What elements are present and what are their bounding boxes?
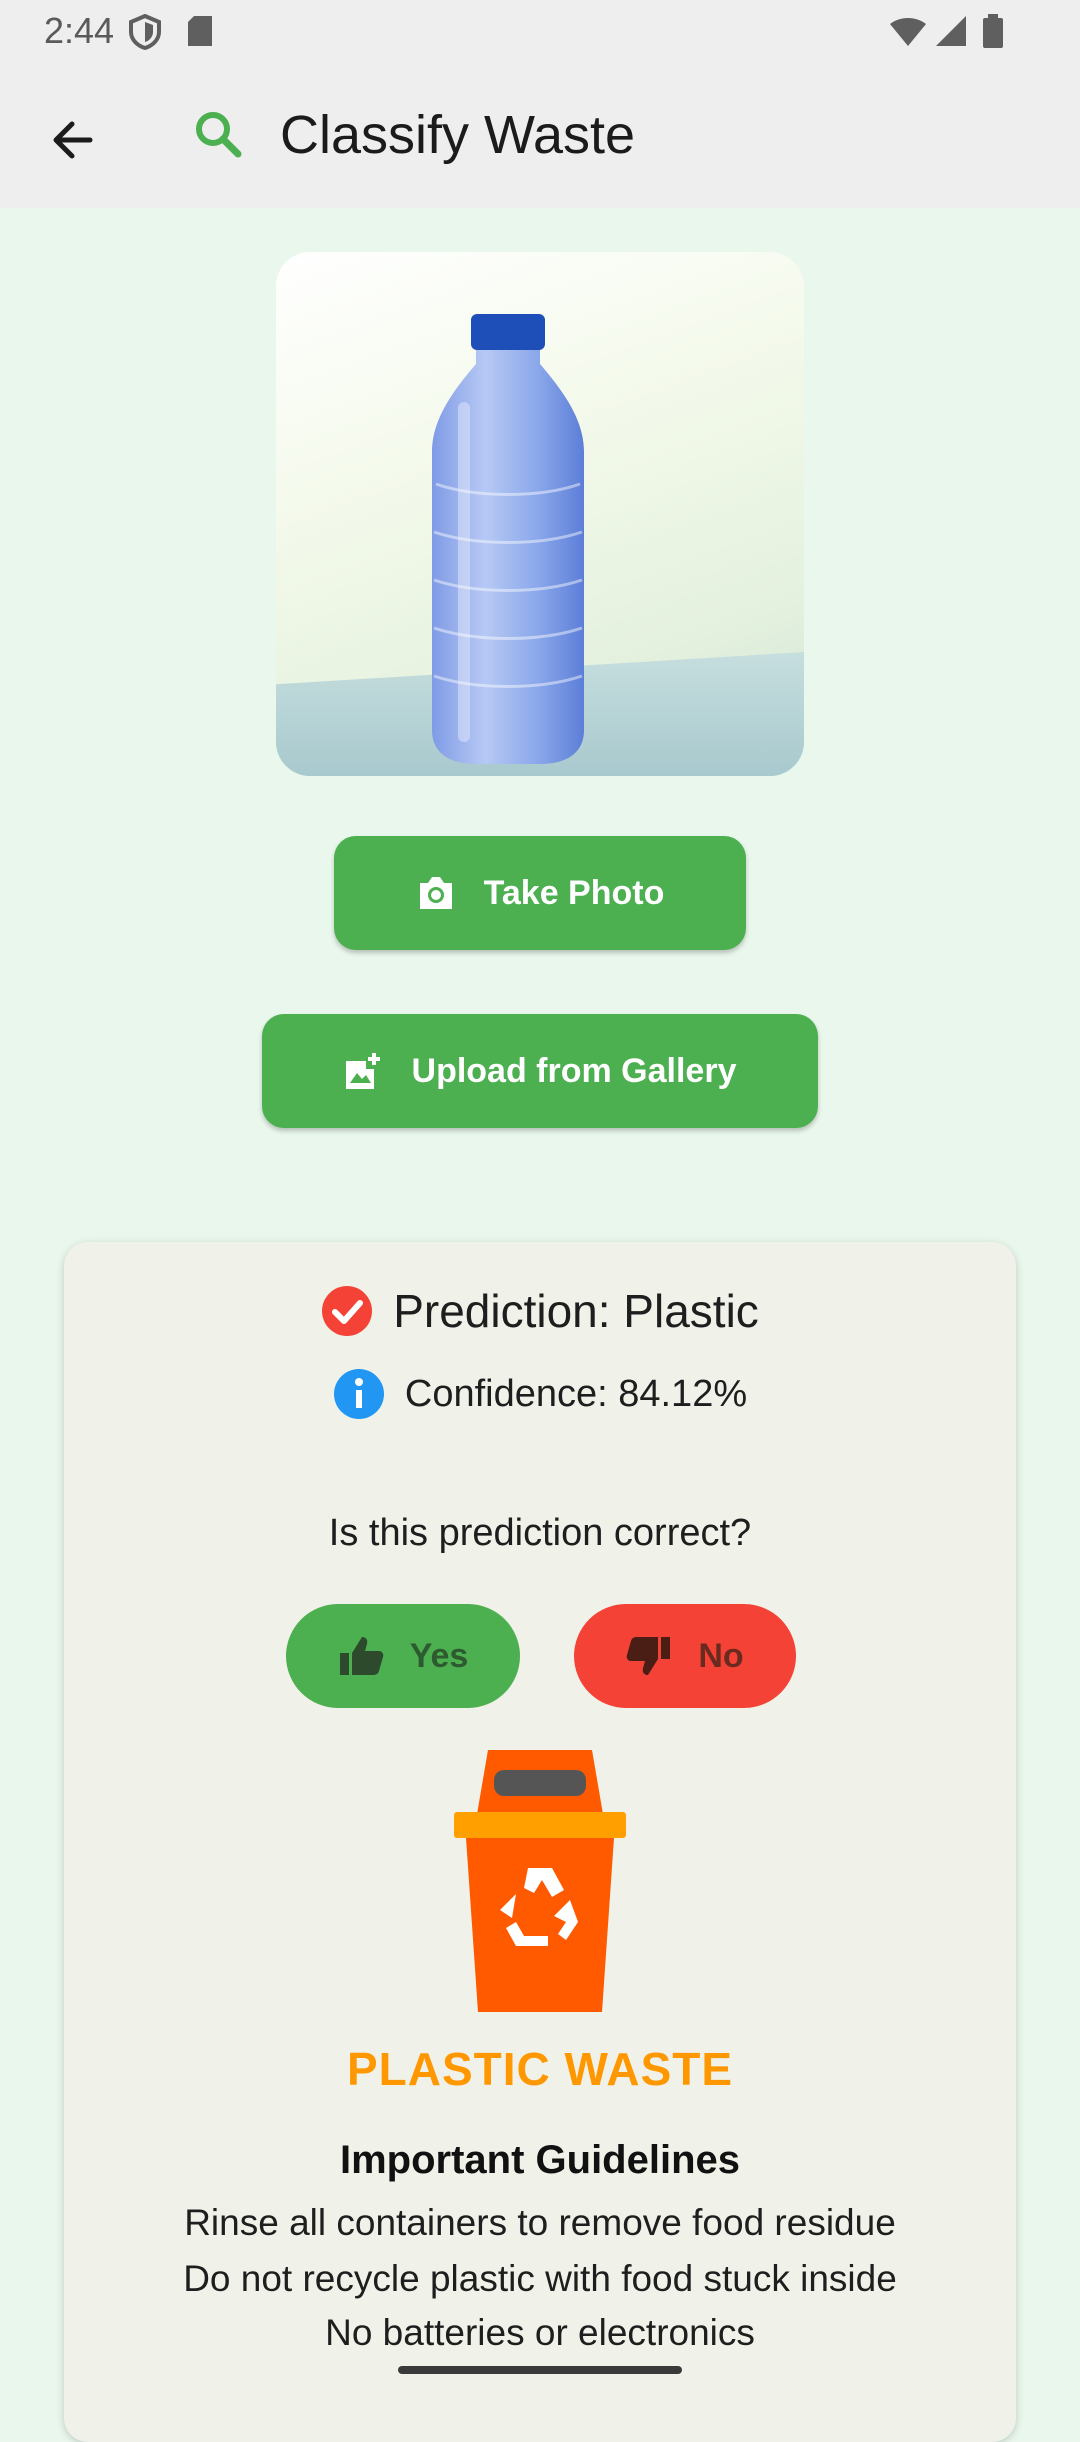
- guideline-item: No batteries or electronics: [325, 2312, 755, 2353]
- take-photo-label: Take Photo: [483, 873, 665, 912]
- thumbs-down-icon: [627, 1637, 671, 1675]
- cell-signal-icon: [934, 14, 968, 53]
- app-bar: Classify Waste: [0, 64, 1080, 208]
- wifi-icon: [888, 14, 928, 53]
- thumbs-up-icon: [339, 1637, 383, 1675]
- water-bottle-image: [432, 314, 584, 764]
- battery-icon: [982, 14, 1004, 55]
- prediction-text: Prediction: Plastic: [393, 1285, 759, 1337]
- no-button[interactable]: No: [574, 1604, 796, 1708]
- sd-card-icon: [186, 14, 214, 53]
- guideline-item: Do not recycle plastic with food stuck i…: [183, 2258, 897, 2299]
- home-indicator[interactable]: [398, 2366, 682, 2374]
- take-photo-button[interactable]: Take Photo: [334, 836, 746, 950]
- yes-button[interactable]: Yes: [286, 1604, 520, 1708]
- upload-gallery-button[interactable]: Upload from Gallery: [262, 1014, 818, 1128]
- camera-icon: [419, 877, 452, 909]
- confidence-text: Confidence: 84.12%: [404, 1372, 748, 1415]
- feedback-question: Is this prediction correct?: [328, 1512, 752, 1554]
- add-photo-icon: [345, 1053, 380, 1089]
- yes-label: Yes: [409, 1636, 469, 1675]
- recycle-bin-icon: [454, 1750, 626, 2012]
- status-time: 2:44: [44, 10, 115, 51]
- confidence-row: Confidence: 84.12%: [64, 1368, 1016, 1420]
- no-label: No: [698, 1636, 744, 1675]
- waste-category-title: PLASTIC WASTE: [346, 2043, 734, 2095]
- arrow-back-icon: [53, 121, 93, 159]
- search-icon: [190, 106, 248, 164]
- back-button[interactable]: [40, 106, 108, 174]
- page-title: Classify Waste: [280, 105, 636, 165]
- guideline-item: Rinse all containers to remove food resi…: [184, 2202, 896, 2243]
- status-bar: 2:44: [0, 0, 1080, 64]
- upload-gallery-label: Upload from Gallery: [411, 1051, 737, 1090]
- check-circle-icon: [322, 1286, 373, 1336]
- prediction-row: Prediction: Plastic: [64, 1284, 1016, 1338]
- shield-icon: [128, 13, 162, 55]
- result-card: Prediction: Plastic Confidence: 84.12% I…: [64, 1242, 1016, 2442]
- guidelines-title: Important Guidelines: [339, 2138, 741, 2182]
- info-icon: [333, 1369, 384, 1419]
- waste-photo: [276, 252, 804, 776]
